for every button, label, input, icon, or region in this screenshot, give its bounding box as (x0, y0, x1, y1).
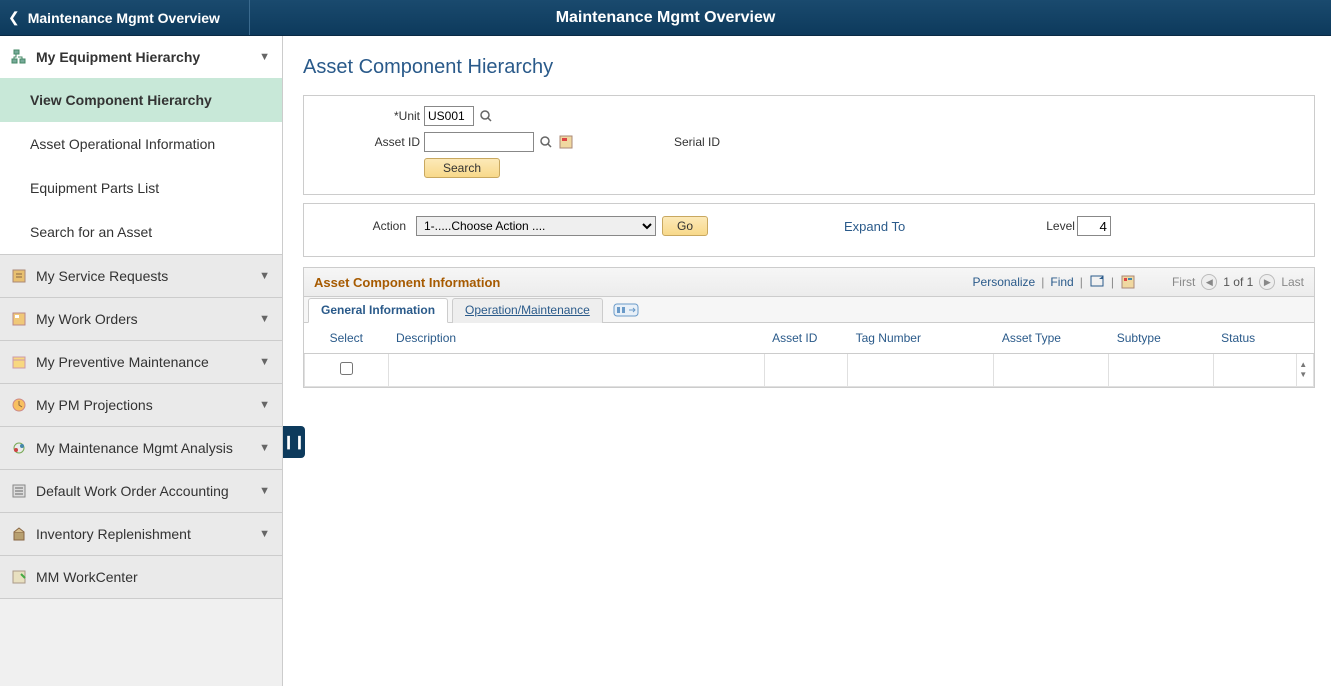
cell-status (1213, 354, 1297, 387)
col-asset-id: Asset ID (764, 323, 848, 354)
sidebar-item-equipment-parts-list[interactable]: Equipment Parts List (0, 166, 282, 210)
sidebar-section-label: Default Work Order Accounting (36, 483, 229, 499)
col-status: Status (1213, 323, 1297, 354)
sidebar-section-label: MM WorkCenter (36, 569, 138, 585)
serial-id-label: Serial ID (664, 135, 724, 149)
related-actions-icon[interactable] (558, 134, 574, 150)
paging-range: 1 of 1 (1223, 275, 1253, 289)
col-asset-type: Asset Type (994, 323, 1109, 354)
preventive-maintenance-icon (10, 353, 28, 371)
col-description: Description (388, 323, 764, 354)
chevron-down-icon: ▼ (259, 442, 270, 454)
chevron-down-icon: ▼ (259, 51, 270, 63)
cell-asset-id (764, 354, 848, 387)
scroll-up-icon[interactable]: ▲ (1297, 360, 1309, 370)
lookup-icon[interactable] (478, 108, 494, 124)
action-select[interactable]: 1-.....Choose Action .... (416, 216, 656, 236)
page-title: Asset Component Hierarchy (303, 56, 1315, 79)
chevron-down-icon: ▼ (259, 356, 270, 368)
sidebar-section-label: My Work Orders (36, 311, 138, 327)
breadcrumb[interactable]: ❮ Maintenance Mgmt Overview (0, 0, 250, 35)
sidebar-item-search-for-asset[interactable]: Search for an Asset (0, 210, 282, 254)
sidebar-section-label: My Equipment Hierarchy (36, 49, 200, 65)
workcenter-icon (10, 568, 28, 586)
action-label: Action (364, 219, 410, 233)
sidebar-section-service-requests[interactable]: My Service Requests ▼ (0, 255, 282, 297)
accounting-icon (10, 482, 28, 500)
cell-tag-number (848, 354, 994, 387)
level-input[interactable] (1077, 216, 1111, 236)
cell-asset-type (994, 354, 1109, 387)
work-orders-icon (10, 310, 28, 328)
zoom-icon[interactable] (1089, 274, 1105, 290)
sidebar-section-equipment-hierarchy[interactable]: My Equipment Hierarchy ▼ (0, 36, 282, 78)
paging-last[interactable]: Last (1281, 275, 1304, 289)
expand-to-link[interactable]: Expand To (844, 219, 905, 234)
grid-title: Asset Component Information (314, 275, 973, 290)
search-panel: *Unit Asset ID Serial ID Search (303, 95, 1315, 195)
paging-next-icon[interactable]: ▶ (1259, 274, 1275, 290)
sidebar-item-view-component-hierarchy[interactable]: View Component Hierarchy (0, 78, 282, 122)
asset-id-input[interactable] (424, 132, 534, 152)
sidebar-section-work-orders[interactable]: My Work Orders ▼ (0, 298, 282, 340)
chevron-down-icon: ▼ (259, 313, 270, 325)
lookup-icon[interactable] (538, 134, 554, 150)
chevron-down-icon: ▼ (259, 528, 270, 540)
tab-general-information[interactable]: General Information (308, 298, 448, 323)
hierarchy-icon (10, 48, 28, 66)
cell-subtype (1109, 354, 1213, 387)
chevron-down-icon: ▼ (259, 270, 270, 282)
grid-tabs: General Information Operation/Maintenanc… (304, 297, 1314, 323)
back-chevron-icon[interactable]: ❮ (8, 9, 20, 26)
asset-id-label: Asset ID (364, 135, 424, 149)
sidebar-section-pm-projections[interactable]: My PM Projections ▼ (0, 384, 282, 426)
col-tag-number: Tag Number (848, 323, 994, 354)
sidebar-section-label: My PM Projections (36, 397, 153, 413)
sidebar-collapse-handle[interactable]: ❙❙ (283, 426, 305, 458)
sidebar-section-mm-workcenter[interactable]: MM WorkCenter (0, 556, 282, 598)
show-all-columns-icon[interactable] (607, 297, 645, 322)
sidebar-section-label: My Maintenance Mgmt Analysis (36, 440, 233, 456)
col-subtype: Subtype (1109, 323, 1213, 354)
tab-operation-maintenance[interactable]: Operation/Maintenance (452, 298, 603, 323)
cell-description (388, 354, 764, 387)
col-select: Select (305, 323, 389, 354)
sidebar-section-inventory-replenishment[interactable]: Inventory Replenishment ▼ (0, 513, 282, 555)
breadcrumb-label: Maintenance Mgmt Overview (28, 10, 220, 26)
chevron-down-icon: ▼ (259, 485, 270, 497)
paging-prev-icon[interactable]: ◀ (1201, 274, 1217, 290)
sidebar-section-label: My Service Requests (36, 268, 168, 284)
chevron-down-icon: ▼ (259, 399, 270, 411)
sidebar-item-asset-operational-information[interactable]: Asset Operational Information (0, 122, 282, 166)
find-link[interactable]: Find (1050, 275, 1073, 289)
action-panel: Action 1-.....Choose Action .... Go Expa… (303, 203, 1315, 257)
download-icon[interactable] (1120, 274, 1136, 290)
pm-projections-icon (10, 396, 28, 414)
search-button[interactable]: Search (424, 158, 500, 178)
inventory-icon (10, 525, 28, 543)
sidebar-section-maintenance-analysis[interactable]: My Maintenance Mgmt Analysis ▼ (0, 427, 282, 469)
go-button[interactable]: Go (662, 216, 708, 236)
sidebar-section-label: Inventory Replenishment (36, 526, 191, 542)
unit-label: *Unit (364, 109, 424, 123)
grid: Asset Component Information Personalize … (303, 267, 1315, 388)
scroll-down-icon[interactable]: ▼ (1297, 370, 1309, 380)
grid-tools: Personalize | Find | | First ◀ 1 of 1 (973, 274, 1304, 290)
sidebar: My Equipment Hierarchy ▼ View Component … (0, 36, 283, 686)
level-label: Level (1046, 219, 1075, 233)
top-bar: ❮ Maintenance Mgmt Overview Maintenance … (0, 0, 1331, 36)
main-content: Asset Component Hierarchy *Unit Asset ID… (283, 36, 1331, 686)
sidebar-section-default-wo-accounting[interactable]: Default Work Order Accounting ▼ (0, 470, 282, 512)
row-select-checkbox[interactable] (340, 362, 353, 375)
personalize-link[interactable]: Personalize (973, 275, 1036, 289)
grid-table: Select Description Asset ID Tag Number A… (304, 323, 1314, 387)
service-requests-icon (10, 267, 28, 285)
paging-first[interactable]: First (1172, 275, 1195, 289)
analysis-icon (10, 439, 28, 457)
page-title-header: Maintenance Mgmt Overview (556, 9, 776, 27)
sidebar-section-label: My Preventive Maintenance (36, 354, 209, 370)
table-row: ▲ ▼ (305, 354, 1314, 387)
unit-input[interactable] (424, 106, 474, 126)
sidebar-section-preventive-maintenance[interactable]: My Preventive Maintenance ▼ (0, 341, 282, 383)
